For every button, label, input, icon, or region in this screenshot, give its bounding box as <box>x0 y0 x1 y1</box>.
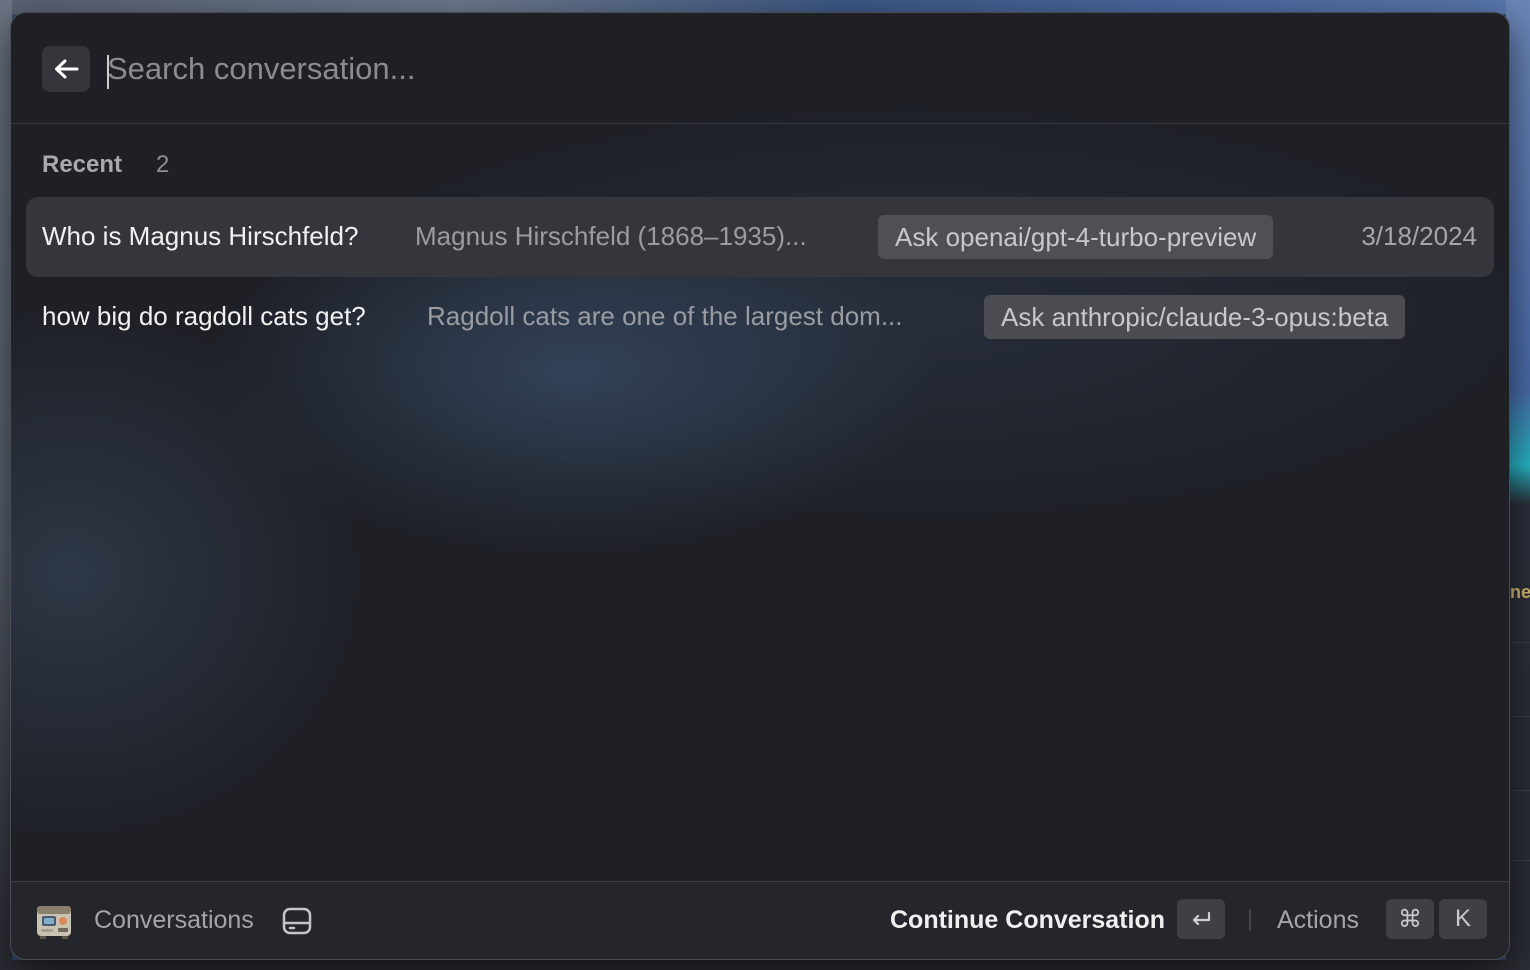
conversation-title: Who is Magnus Hirschfeld? <box>42 221 359 251</box>
model-tag: Ask anthropic/claude-3-opus:beta <box>984 295 1406 339</box>
desktop-bottom-strip <box>0 960 1530 970</box>
search-bar <box>11 13 1509 124</box>
drive-icon <box>282 907 312 935</box>
app-name: Conversations <box>94 906 254 934</box>
conversation-preview: Ragdoll cats are one of the largest dom.… <box>427 301 903 331</box>
conversation-date: 3/18/2024 <box>1361 221 1477 251</box>
conversation-row[interactable]: Who is Magnus Hirschfeld? Magnus Hirschf… <box>26 197 1494 277</box>
continue-conversation-button[interactable]: Continue Conversation <box>890 906 1165 935</box>
text-cursor <box>107 55 109 89</box>
background-divider <box>1508 790 1530 791</box>
section-header: Recent 2 <box>42 151 169 179</box>
background-divider <box>1508 642 1530 643</box>
conversation-title: how big do ragdoll cats get? <box>42 301 366 331</box>
background-divider <box>1508 716 1530 717</box>
section-count: 2 <box>156 151 170 178</box>
background-divider <box>1508 860 1530 861</box>
conversation-row[interactable]: how big do ragdoll cats get? Ragdoll cat… <box>26 277 1494 357</box>
k-key-badge: K <box>1439 899 1487 939</box>
section-title: Recent <box>42 151 123 178</box>
return-icon <box>1192 911 1211 926</box>
background-window-text: ne <box>1510 582 1530 602</box>
model-tag: Ask openai/gpt-4-turbo-preview <box>878 215 1274 259</box>
back-button[interactable] <box>42 46 90 92</box>
actions-button[interactable]: Actions <box>1277 906 1359 935</box>
search-input[interactable] <box>107 47 1407 91</box>
action-bar: Conversations Continue Conversation Acti… <box>11 881 1509 959</box>
arrow-left-icon <box>55 59 79 79</box>
app-icon <box>37 906 71 939</box>
conversation-preview: Magnus Hirschfeld (1868–1935)... <box>415 221 807 251</box>
footer-divider <box>1249 909 1251 931</box>
return-key-badge <box>1177 899 1225 939</box>
conversation-search-window: Recent 2 Who is Magnus Hirschfeld? Magnu… <box>10 12 1510 960</box>
command-key-badge: ⌘ <box>1386 899 1434 939</box>
